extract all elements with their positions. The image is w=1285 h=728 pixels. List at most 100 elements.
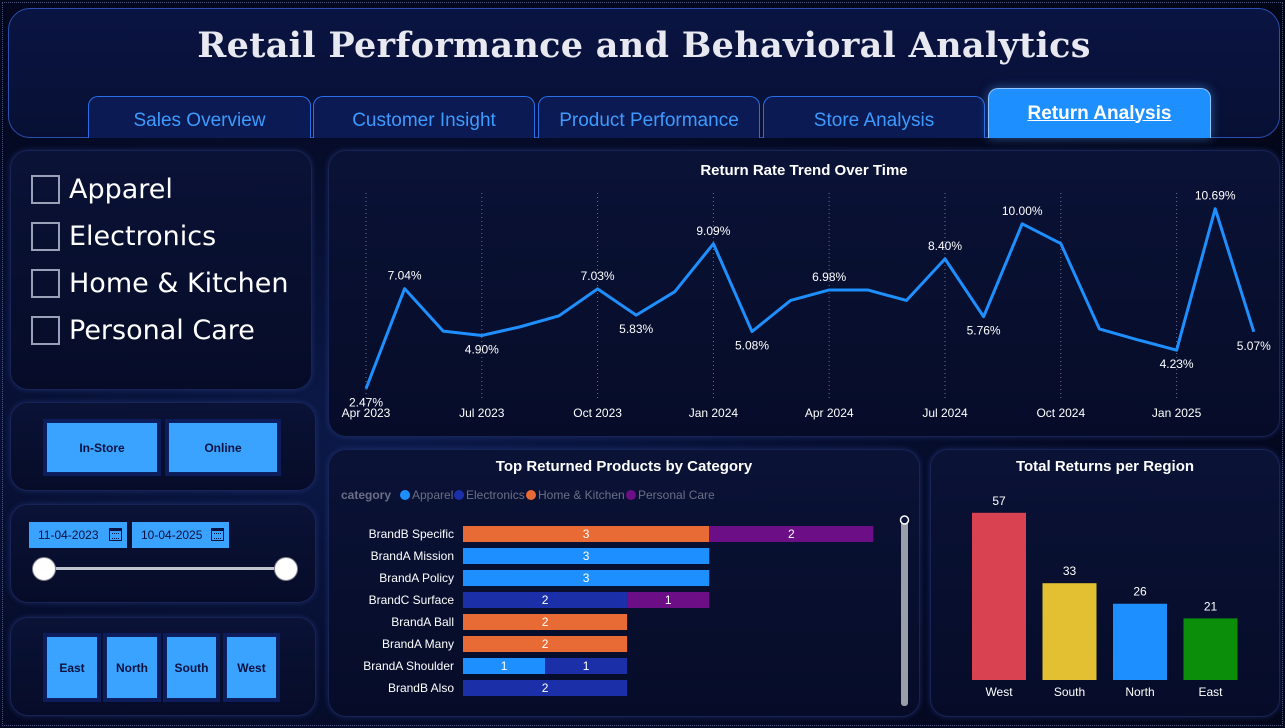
region-south-button[interactable]: South: [166, 636, 217, 699]
data-label: 10.00%: [1002, 204, 1043, 218]
category-option-apparel[interactable]: Apparel: [31, 174, 173, 205]
data-label: 4.23%: [1160, 357, 1194, 371]
tab-customer-insight[interactable]: Customer Insight: [313, 96, 535, 138]
x-tick-label: Jul 2023: [459, 406, 505, 420]
x-tick-label: East: [1198, 685, 1223, 699]
top-returned-products-panel: Top Returned Products by Category catego…: [328, 449, 920, 717]
region-bar: [1042, 583, 1097, 680]
category-option-personal-care[interactable]: Personal Care: [31, 315, 255, 346]
end-date-input[interactable]: 10-04-2025: [132, 522, 229, 548]
bar-value-label: 1: [665, 593, 672, 607]
region-bar: [972, 512, 1026, 680]
legend-label: Electronics: [466, 488, 525, 502]
tab-product-performance[interactable]: Product Performance: [538, 96, 760, 138]
tab-store-analysis[interactable]: Store Analysis: [763, 96, 985, 138]
data-label: 7.04%: [388, 269, 422, 283]
category-label: Home & Kitchen: [69, 268, 289, 299]
legend-marker: [400, 490, 410, 500]
data-label: 5.07%: [1237, 339, 1271, 353]
bar-value-label: 2: [788, 527, 795, 541]
returns-per-region-panel: Total Returns per Region 57 West 33 South 26…: [930, 449, 1280, 717]
slider-start-handle[interactable]: [32, 557, 56, 581]
x-tick-label: Jan 2024: [689, 406, 739, 420]
region-west-button[interactable]: West: [226, 636, 277, 699]
bar-value-label: 33: [1063, 564, 1077, 578]
checkbox[interactable]: [31, 316, 60, 345]
data-label: 5.08%: [735, 339, 769, 353]
bar-value-label: 21: [1204, 599, 1218, 613]
checkbox[interactable]: [31, 222, 60, 251]
data-label: 6.98%: [812, 270, 846, 284]
category-label: BrandA Many: [382, 637, 454, 651]
return-rate-trend-panel: Return Rate Trend Over Time Apr 2023 Jul …: [328, 150, 1280, 437]
bar-value-label: 2: [542, 681, 549, 695]
category-label: BrandA Mission: [371, 549, 454, 563]
category-filter-panel: Apparel Electronics Home & Kitchen Perso…: [10, 150, 312, 390]
region-east-button[interactable]: East: [46, 636, 98, 699]
bar-value-label: 3: [583, 549, 590, 563]
data-label: 8.40%: [928, 239, 962, 253]
legend-marker: [626, 490, 636, 500]
calendar-icon[interactable]: [109, 528, 122, 541]
bar-value-label: 3: [583, 571, 590, 585]
category-label: Apparel: [69, 174, 173, 205]
x-tick-label: Apr 2024: [805, 406, 854, 420]
in-store-button[interactable]: In-Store: [46, 422, 158, 473]
region-bar: [1113, 603, 1167, 680]
data-label: 10.69%: [1195, 189, 1236, 203]
data-label: 5.76%: [967, 324, 1001, 338]
x-tick-label: Oct 2024: [1036, 406, 1085, 420]
region-north-button[interactable]: North: [106, 636, 158, 699]
returns-per-region-chart: 57 West 33 South 26 North 21 East: [972, 494, 1238, 699]
x-tick-label: South: [1054, 685, 1085, 699]
legend-title: category: [341, 488, 391, 502]
category-label: BrandB Also: [388, 681, 454, 695]
x-tick-label: West: [985, 685, 1013, 699]
start-date-input[interactable]: 11-04-2023: [29, 522, 127, 548]
bar-value-label: 3: [583, 527, 590, 541]
checkbox[interactable]: [31, 175, 60, 204]
slider-end-handle[interactable]: [274, 557, 298, 581]
scrollbar-thumb[interactable]: [901, 518, 908, 706]
category-option-home-kitchen[interactable]: Home & Kitchen: [31, 268, 288, 299]
page-title: Retail Performance and Behavioral Analyt…: [197, 25, 1091, 66]
date-range-slider[interactable]: [44, 567, 286, 570]
category-label: BrandA Shoulder: [363, 659, 454, 673]
calendar-icon[interactable]: [211, 528, 224, 541]
data-label: 7.03%: [581, 269, 615, 283]
data-label: 4.90%: [465, 343, 499, 357]
online-button[interactable]: Online: [168, 422, 278, 473]
end-date-value: 10-04-2025: [141, 528, 203, 542]
legend-label: Personal Care: [638, 488, 715, 502]
tab-sales-overview[interactable]: Sales Overview: [88, 96, 311, 138]
tab-return-analysis[interactable]: Return Analysis: [988, 88, 1211, 138]
x-tick-label: North: [1125, 685, 1154, 699]
top-returned-products-chart: category Apparel Electronics Home & Kitchen…: [341, 488, 910, 706]
date-filter-panel: [10, 504, 316, 603]
legend-marker: [454, 490, 464, 500]
category-label: BrandC Surface: [369, 593, 455, 607]
checkbox[interactable]: [31, 269, 60, 298]
bar-value-label: 26: [1133, 585, 1147, 599]
bar-value-label: 1: [583, 659, 590, 673]
scroll-handle-icon: [899, 515, 910, 525]
category-label: Personal Care: [69, 315, 255, 346]
data-label: 9.09%: [696, 224, 730, 238]
category-label: Electronics: [69, 221, 217, 252]
category-label: BrandB Specific: [369, 527, 454, 541]
legend-label: Home & Kitchen: [538, 488, 625, 502]
bar-value-label: 1: [501, 659, 508, 673]
x-tick-label: Jan 2025: [1152, 406, 1202, 420]
return-rate-line: [364, 207, 1256, 390]
bar-value-label: 57: [992, 494, 1006, 508]
legend-label: Apparel: [412, 488, 453, 502]
bar-value-label: 2: [542, 593, 549, 607]
category-option-electronics[interactable]: Electronics: [31, 221, 216, 252]
legend-marker: [526, 490, 536, 500]
data-label: 2.47%: [349, 396, 383, 410]
data-label: 5.83%: [619, 322, 653, 336]
x-tick-label: Oct 2023: [573, 406, 622, 420]
start-date-value: 11-04-2023: [38, 528, 99, 542]
bar-value-label: 2: [542, 615, 549, 629]
region-bar: [1183, 618, 1238, 680]
